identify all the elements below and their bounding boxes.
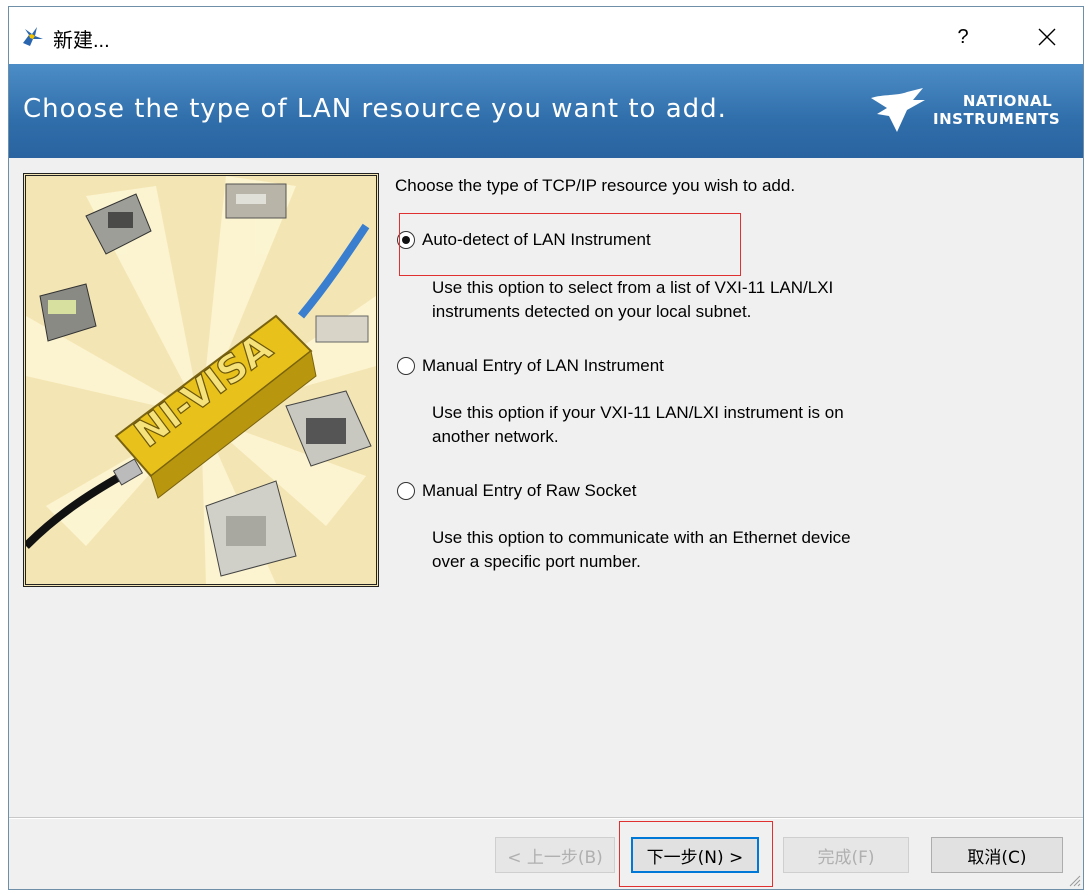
ni-visa-illustration: NI-VISA (23, 173, 379, 587)
close-icon (1038, 28, 1056, 46)
new-resource-dialog: 新建... ? Choose the type of LAN resource … (8, 6, 1084, 890)
ni-logo-line1: NATIONAL (962, 92, 1053, 110)
radio-manual-lan[interactable] (397, 357, 415, 375)
ni-eagle-icon (871, 88, 925, 132)
help-button[interactable]: ? (949, 17, 977, 57)
highlight-box-option (399, 213, 741, 276)
desc-line: Use this option to select from a list of… (432, 278, 834, 297)
option-raw-socket-description: Use this option to communicate with an E… (432, 526, 851, 574)
footer-divider (9, 817, 1083, 819)
ni-logo-line2: INSTRUMENTS (933, 110, 1061, 128)
option-manual-lan-description: Use this option if your VXI-11 LAN/LXI i… (432, 401, 844, 449)
option-raw-socket[interactable]: Manual Entry of Raw Socket (397, 481, 636, 501)
desc-line: instruments detected on your local subne… (432, 302, 752, 321)
back-button[interactable]: < 上一步(B) (495, 837, 615, 873)
close-button[interactable] (1027, 17, 1067, 57)
highlight-box-next (619, 821, 773, 887)
option-manual-lan[interactable]: Manual Entry of LAN Instrument (397, 356, 664, 376)
finish-button[interactable]: 完成(F) (783, 837, 909, 873)
desc-line: Use this option to communicate with an E… (432, 528, 851, 547)
title-bar[interactable]: 新建... ? (9, 7, 1083, 64)
option-raw-socket-label: Manual Entry of Raw Socket (422, 481, 637, 500)
radio-raw-socket[interactable] (397, 482, 415, 500)
resize-grip-icon[interactable] (1067, 873, 1081, 887)
desc-line: another network. (432, 427, 559, 446)
instruction-text: Choose the type of TCP/IP resource you w… (395, 176, 796, 195)
window-title: 新建... (53, 30, 110, 52)
wizard-header: Choose the type of LAN resource you want… (9, 64, 1083, 158)
ni-max-app-icon (21, 25, 45, 47)
header-title: Choose the type of LAN resource you want… (23, 94, 727, 124)
desc-line: Use this option if your VXI-11 LAN/LXI i… (432, 403, 844, 422)
desc-line: over a specific port number. (432, 552, 641, 571)
option-manual-lan-label: Manual Entry of LAN Instrument (422, 356, 664, 375)
option-auto-detect-description: Use this option to select from a list of… (432, 276, 833, 324)
national-instruments-logo: NATIONAL INSTRUMENTS (867, 86, 1077, 138)
cancel-button[interactable]: 取消(C) (931, 837, 1063, 873)
